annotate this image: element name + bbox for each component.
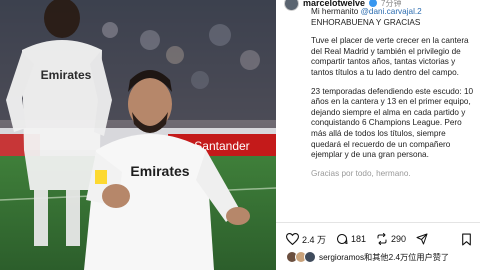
caption-paragraph-1: Mi hermanito @dani.carvajal.2 ENHORABUEN…	[311, 7, 422, 27]
reposts-count: 290	[391, 234, 407, 244]
like-action[interactable]: 2.4 万	[286, 233, 326, 246]
bookmark-icon	[462, 233, 471, 245]
post-caption: Mi hermanito @dani.carvajal.2 ENHORABUEN…	[311, 7, 477, 187]
share-action[interactable]	[416, 233, 428, 245]
likes-count: 2.4 万	[302, 234, 327, 245]
football-photo: Santander Emirates Emirates	[0, 0, 276, 270]
sponsor-main: Emirates	[130, 163, 189, 179]
comment-action[interactable]: 181	[336, 233, 366, 245]
caption-paragraph-4: Gracias por todo, hermano.	[311, 168, 411, 178]
liked-by-line[interactable]: sergioramos和其他2.4万位用户赞了	[286, 251, 476, 263]
post-photo[interactable]: Santander Emirates Emirates	[0, 0, 276, 270]
repost-icon	[377, 233, 387, 245]
post-panel: marcelotwelve 7分钟 Mi hermanito @dani.car…	[276, 0, 480, 270]
comment-icon	[337, 234, 348, 245]
sponsor-left: Emirates	[41, 68, 92, 82]
actions-divider	[276, 222, 480, 223]
heart-icon	[286, 233, 299, 245]
mention-link[interactable]: @dani.carvajal.2	[361, 7, 422, 16]
post-actions-bar: 2.4 万 181 290	[286, 230, 472, 248]
comments-count: 181	[351, 234, 367, 244]
liker-avatar-3	[304, 251, 316, 263]
user-avatar[interactable]	[284, 0, 299, 11]
send-icon	[416, 233, 428, 245]
bookmark-action[interactable]	[461, 233, 472, 246]
liked-by-text: sergioramos和其他2.4万位用户赞了	[319, 253, 450, 262]
repost-action[interactable]: 290	[376, 233, 406, 245]
caption-paragraph-3: 23 temporadas defendiendo este escudo: 1…	[311, 86, 474, 160]
caption-paragraph-2: Tuve el placer de verte crecer en la can…	[311, 36, 469, 77]
verified-icon	[369, 0, 378, 7]
